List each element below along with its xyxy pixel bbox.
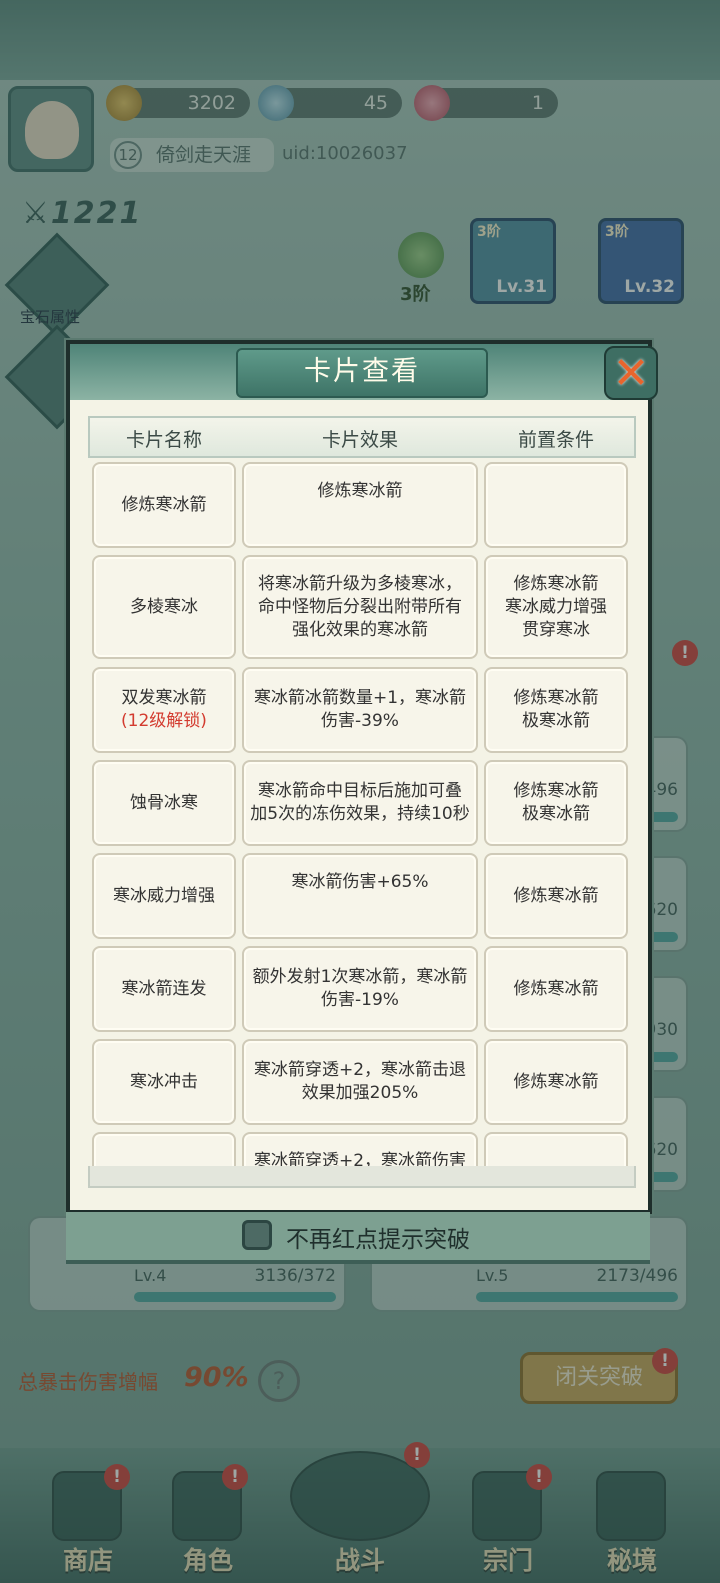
card-prereq-cell — [484, 462, 628, 548]
no-reminder-checkbox[interactable] — [242, 1220, 272, 1250]
column-header-effect: 卡片效果 — [322, 429, 399, 451]
card-effect: 将寒冰箭升级为多棱寒冰，命中怪物后分裂出附带所有强化效果的寒冰箭 — [258, 573, 462, 640]
dialog-title: 卡片查看 — [236, 348, 488, 398]
table-header: 卡片名称 卡片效果 前置条件 — [88, 416, 636, 458]
card-prereq-cell: 修炼寒冰箭 极寒冰箭 — [484, 760, 628, 846]
card-effect: 寒冰箭命中目标后施加可叠加5次的冻伤效果，持续10秒 — [250, 781, 470, 824]
card-name: 寒冰箭连发 — [121, 978, 207, 999]
card-prereq-cell: 修炼寒冰箭 — [484, 853, 628, 939]
card-name-cell: 修炼寒冰箭 — [92, 462, 236, 548]
card-prereq: 修炼寒冰箭 — [513, 978, 599, 999]
card-effect-cell: 寒冰箭命中目标后施加可叠加5次的冻伤效果，持续10秒 — [242, 760, 478, 846]
card-prereq-cell: 修炼寒冰箭 — [484, 1039, 628, 1125]
card-effect-cell: 修炼寒冰箭 — [242, 462, 478, 548]
close-x-icon: ✕ — [612, 348, 650, 399]
card-effect: 修炼寒冰箭 — [317, 481, 403, 501]
card-prereq: 修炼寒冰箭 — [513, 1071, 599, 1092]
card-name-cell: 双发寒冰箭 (12级解锁) — [92, 667, 236, 753]
column-header-name: 卡片名称 — [126, 429, 203, 451]
card-prereq-cell: 修炼寒冰箭 寒冰威力增强 贯穿寒冰 — [484, 555, 628, 659]
card-prereq: 修炼寒冰箭 极寒冰箭 — [513, 781, 599, 824]
card-effect: 寒冰箭穿透+2，寒冰箭击退效果加强205% — [253, 1060, 467, 1103]
card-effect-cell: 寒冰箭冰箭数量+1，寒冰箭伤害-39% — [242, 667, 478, 753]
card-prereq: 修炼寒冰箭 寒冰威力增强 贯穿寒冰 — [505, 573, 607, 640]
card-effect-cell: 寒冰箭伤害+65% — [242, 853, 478, 939]
card-prereq-cell — [484, 1132, 628, 1166]
card-name-cell: 寒冰冲击 — [92, 1039, 236, 1125]
card-prereq: 修炼寒冰箭 极寒冰箭 — [513, 688, 599, 731]
card-name-cell — [92, 1132, 236, 1166]
close-button[interactable]: ✕ — [604, 346, 658, 400]
card-prereq-cell: 修炼寒冰箭 — [484, 946, 628, 1032]
card-effect-cell: 额外发射1次寒冰箭，寒冰箭伤害-19% — [242, 946, 478, 1032]
card-effect: 寒冰箭伤害+65% — [291, 872, 429, 892]
card-name: 修炼寒冰箭 — [121, 494, 207, 515]
card-effect: 寒冰箭冰箭数量+1，寒冰箭伤害-39% — [253, 688, 467, 731]
card-name-cell: 蚀骨冰寒 — [92, 760, 236, 846]
card-effect: 额外发射1次寒冰箭，寒冰箭伤害-19% — [252, 967, 468, 1010]
card-name-cell: 寒冰箭连发 — [92, 946, 236, 1032]
card-name: 寒冰冲击 — [130, 1071, 198, 1092]
card-name: 双发寒冰箭 — [121, 688, 207, 708]
card-name-cell: 多棱寒冰 — [92, 555, 236, 659]
card-effect: 寒冰箭穿透+2，寒冰箭伤害+ — [253, 1151, 467, 1166]
card-name: 寒冰威力增强 — [113, 885, 215, 906]
card-effect-cell: 寒冰箭穿透+2，寒冰箭伤害+ — [242, 1132, 478, 1166]
card-prereq: 修炼寒冰箭 — [513, 885, 599, 906]
card-prereq-cell: 修炼寒冰箭 极寒冰箭 — [484, 667, 628, 753]
table-footer — [88, 1166, 636, 1188]
no-reminder-label[interactable]: 不再红点提示突破 — [286, 1220, 470, 1254]
card-effect-cell: 寒冰箭穿透+2，寒冰箭击退效果加强205% — [242, 1039, 478, 1125]
card-table[interactable]: 修炼寒冰箭 修炼寒冰箭 多棱寒冰 将寒冰箭升级为多棱寒冰，命中怪物后分裂出附带所… — [92, 462, 632, 1166]
unlock-level-note: (12级解锁) — [121, 711, 207, 731]
card-name: 多棱寒冰 — [130, 596, 198, 617]
column-header-prereq: 前置条件 — [518, 429, 595, 451]
card-effect-cell: 将寒冰箭升级为多棱寒冰，命中怪物后分裂出附带所有强化效果的寒冰箭 — [242, 555, 478, 659]
card-name: 蚀骨冰寒 — [130, 792, 198, 813]
card-view-dialog: 卡片查看 ✕ 卡片名称 卡片效果 前置条件 修炼寒冰箭 修炼寒冰箭 多棱寒冰 将… — [66, 340, 658, 1214]
breakthrough-reminder-bar: 不再红点提示突破 — [66, 1212, 650, 1264]
card-name-cell: 寒冰威力增强 — [92, 853, 236, 939]
